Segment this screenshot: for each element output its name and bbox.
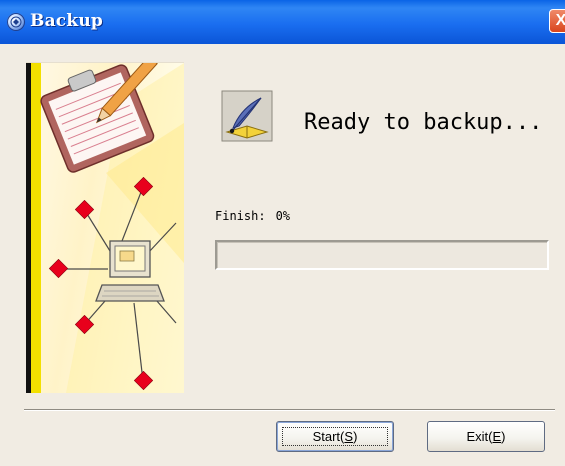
- backup-progress-bar: [215, 240, 549, 270]
- exit-button-label: Exit(E): [466, 429, 506, 444]
- status-message: Ready to backup...: [304, 110, 543, 135]
- finish-label: Finish:: [215, 209, 266, 223]
- wizard-illustration: [26, 62, 184, 393]
- app-globe-icon: [7, 13, 25, 31]
- start-button[interactable]: Start(S): [276, 421, 394, 452]
- backup-window: Backup X Ready to backup... Finish: 0% S…: [0, 0, 565, 466]
- window-title: Backup: [30, 11, 103, 31]
- button-divider: [24, 409, 555, 411]
- finish-status: Finish: 0%: [215, 209, 290, 223]
- title-bar[interactable]: Backup X: [0, 0, 565, 44]
- finish-percent: 0%: [275, 209, 291, 223]
- start-button-label: Start(S): [312, 429, 358, 444]
- close-icon[interactable]: X: [549, 9, 565, 33]
- exit-button[interactable]: Exit(E): [427, 421, 545, 452]
- quill-document-icon: [221, 90, 273, 142]
